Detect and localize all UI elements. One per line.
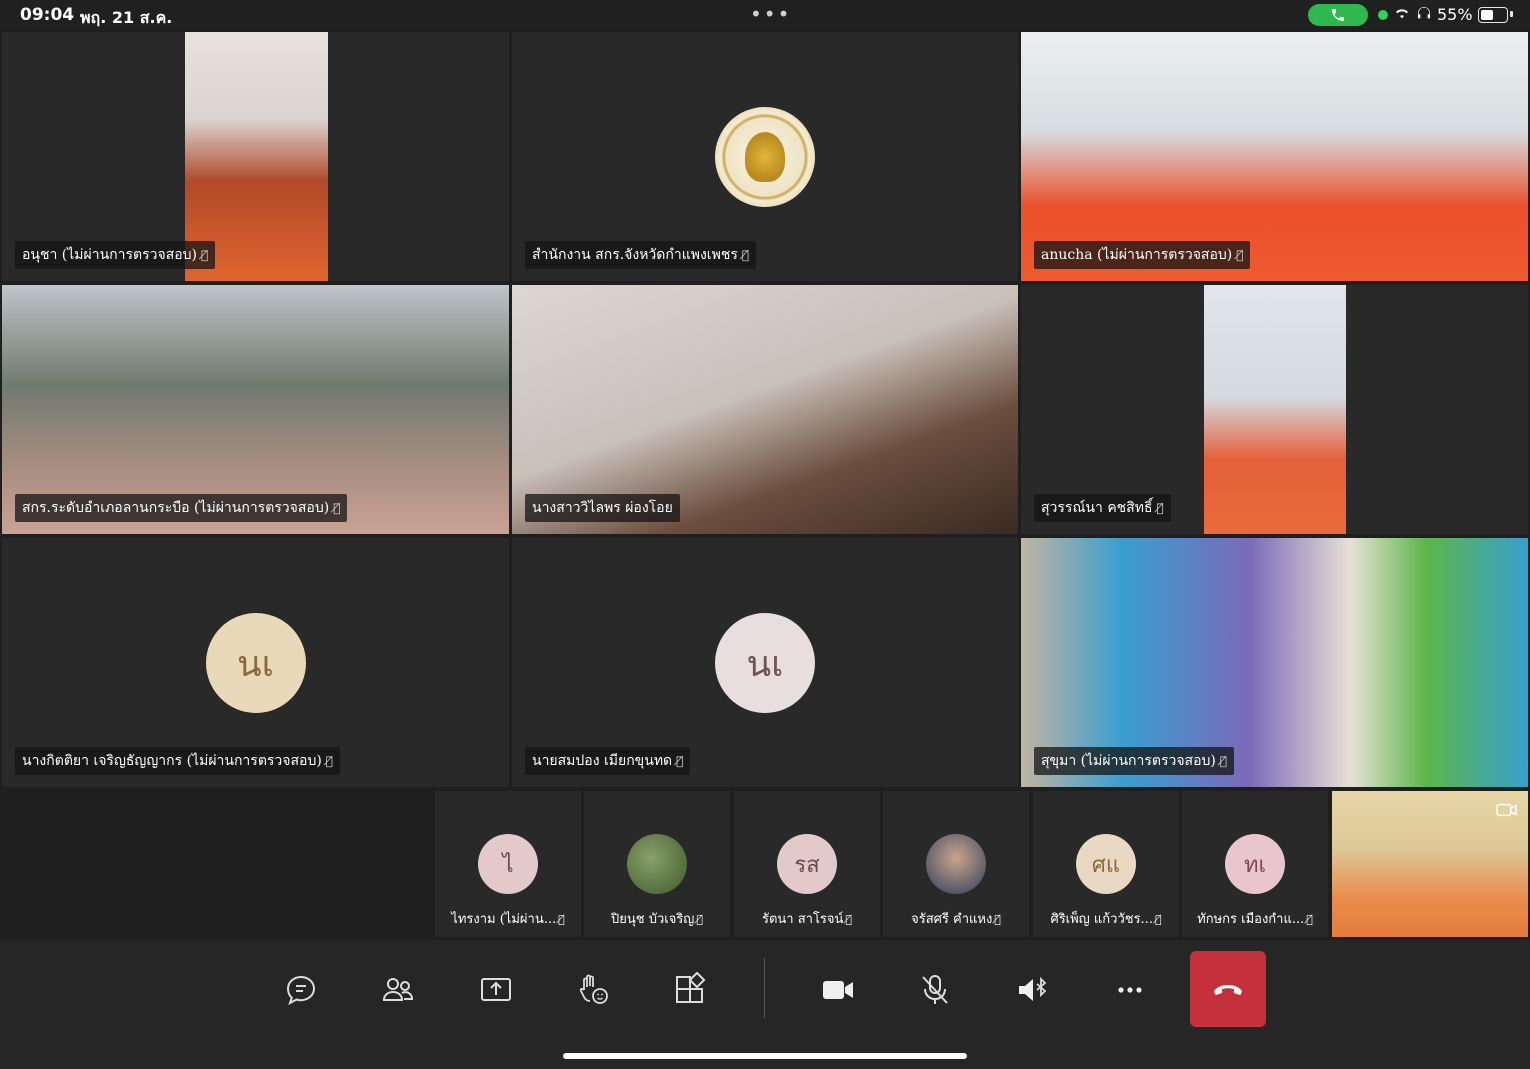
participant-thumbnail[interactable]: ทเ ทักษกร เมืองกำแ... 🎙̸ — [1182, 791, 1328, 937]
participant-avatar: นเ — [205, 613, 306, 713]
participant-name: ศิริเพ็ญ แก้ววัชร... 🎙̸ — [1050, 912, 1162, 927]
mic-muted-icon: 🎙̸ — [676, 754, 684, 768]
participant-photo-avatar — [627, 834, 687, 894]
more-options-button[interactable] — [1092, 952, 1168, 1028]
participant-avatar: ทเ — [1225, 834, 1285, 894]
participant-thumbnail[interactable]: รส รัตนา สาโรจน์ 🎙̸ — [734, 791, 880, 937]
home-indicator[interactable] — [563, 1053, 967, 1059]
wifi-icon — [1394, 6, 1410, 24]
participant-thumbnail[interactable]: จรัสศรี คำแหง 🎙̸ — [883, 791, 1029, 937]
mic-muted-icon: 🎙̸ — [1154, 913, 1162, 926]
participant-name-tag: อนุชา (ไม่ผ่านการตรวจสอบ) 🎙̸ — [15, 241, 216, 269]
hangup-icon — [1214, 985, 1242, 995]
mic-muted-icon: 🎙̸ — [1219, 754, 1228, 768]
mic-muted-icon: 🎙̸ — [1236, 248, 1244, 262]
mic-muted-icon: 🎙̸ — [845, 913, 853, 926]
mic-muted-icon: 🎙̸ — [201, 248, 209, 262]
call-controls-bar — [0, 940, 1530, 1069]
mic-muted-icon: 🎙̸ — [696, 913, 703, 926]
camera-toggle-button[interactable] — [800, 952, 876, 1028]
mic-muted-icon: 🎙̸ — [558, 913, 565, 926]
leave-call-button[interactable] — [1190, 951, 1266, 1027]
camera-icon — [823, 981, 853, 999]
participant-name-tag: สุขุมา (ไม่ผ่านการตรวจสอบ) 🎙̸ — [1034, 747, 1235, 775]
participant-name-tag: สำนักงาน สกร.จังหวัดกำแพงเพชร 🎙̸ — [525, 241, 757, 269]
participant-tile[interactable]: สำนักงาน สกร.จังหวัดกำแพงเพชร 🎙̸ — [512, 32, 1018, 281]
participant-thumbnail[interactable]: ไ ไทรงาม (ไม่ผ่าน... 🎙̸ — [435, 791, 581, 937]
apps-icon — [676, 972, 706, 1003]
audio-output-button[interactable] — [995, 952, 1071, 1028]
participant-tile[interactable]: สุขุมา (ไม่ผ่านการตรวจสอบ) 🎙̸ — [1021, 538, 1528, 787]
more-icon — [1118, 987, 1142, 993]
participant-thumbnail[interactable]: ศแ ศิริเพ็ญ แก้ววัชร... 🎙̸ — [1033, 791, 1179, 937]
participant-name-tag: นางสาววิไลพร ผ่องโอย — [525, 494, 680, 522]
mic-muted-icon: 🎙̸ — [333, 501, 341, 515]
participant-name-tag: สุวรรณ์นา คชสิทธิ์ 🎙̸ — [1034, 494, 1171, 522]
mic-muted-icon: 🎙̸ — [741, 248, 750, 262]
participant-name: รัตนา สาโรจน์ 🎙̸ — [761, 912, 853, 927]
camera-in-use-dot — [1378, 10, 1388, 20]
controls-divider — [764, 958, 765, 1018]
react-button[interactable] — [555, 952, 631, 1028]
phone-icon — [1332, 9, 1344, 21]
raise-hand-icon — [579, 974, 608, 1004]
organization-logo — [715, 107, 815, 207]
switch-camera-icon[interactable] — [1496, 801, 1518, 824]
battery-icon — [1478, 7, 1508, 23]
participant-thumbnail[interactable]: ปิยนุช บัวเจริญ 🎙̸ — [584, 791, 730, 937]
participant-name-tag: นางกิตติยา เจริญธัญญากร (ไม่ผ่านการตรวจส… — [15, 747, 340, 775]
people-icon — [382, 978, 414, 1001]
participant-name-tag: นายสมปอง เมียกขุนทด 🎙̸ — [525, 747, 691, 775]
participant-tile[interactable]: สกร.ระดับอำเภอลานกระบือ (ไม่ผ่านการตรวจส… — [2, 285, 509, 534]
share-screen-button[interactable] — [458, 952, 534, 1028]
chat-button[interactable] — [263, 952, 339, 1028]
battery-percent: 55% — [1437, 5, 1473, 24]
multitask-dots[interactable]: ••• — [750, 2, 791, 26]
participant-avatar: ไ — [478, 834, 538, 894]
participant-tile[interactable]: นเ นางกิตติยา เจริญธัญญากร (ไม่ผ่านการตร… — [2, 538, 509, 787]
participant-avatar: ศแ — [1076, 834, 1136, 894]
participant-avatar: นเ — [715, 613, 815, 713]
participant-tile[interactable]: อนุชา (ไม่ผ่านการตรวจสอบ) 🎙̸ — [2, 32, 509, 281]
participant-tile[interactable]: สุวรรณ์นา คชสิทธิ์ 🎙̸ — [1021, 285, 1528, 534]
speaker-bluetooth-icon — [1019, 976, 1047, 1001]
participant-tile[interactable]: anucha (ไม่ผ่านการตรวจสอบ) 🎙̸ — [1021, 32, 1528, 281]
participant-photo-avatar — [926, 834, 986, 894]
participant-video — [1204, 285, 1346, 534]
participants-button[interactable] — [360, 952, 436, 1028]
mic-muted-icon: 🎙̸ — [325, 754, 333, 768]
share-icon — [481, 978, 511, 1001]
mic-toggle-button[interactable] — [897, 952, 973, 1028]
participant-avatar: รส — [777, 834, 837, 894]
mic-off-icon — [922, 975, 948, 1004]
status-bar: 09:04 พฤ. 21 ส.ค. ••• 55% — [0, 0, 1530, 30]
status-date: พฤ. 21 ส.ค. — [80, 8, 173, 27]
participant-tile[interactable]: นเ นายสมปอง เมียกขุนทด 🎙̸ — [512, 538, 1018, 787]
participant-name-tag: anucha (ไม่ผ่านการตรวจสอบ) 🎙̸ — [1034, 241, 1251, 269]
chat-icon — [286, 975, 316, 1006]
participant-name-tag: สกร.ระดับอำเภอลานกระบือ (ไม่ผ่านการตรวจส… — [15, 494, 348, 522]
status-time: 09:04 — [20, 5, 75, 25]
mic-muted-icon: 🎙̸ — [994, 913, 1001, 926]
participant-tile-active-speaker[interactable]: นางสาววิไลพร ผ่องโอย — [512, 285, 1018, 534]
mic-muted-icon: 🎙̸ — [1306, 913, 1313, 926]
self-preview-video[interactable] — [1332, 791, 1528, 937]
participant-name: ทักษกร เมืองกำแ... 🎙̸ — [1197, 912, 1313, 927]
active-call-indicator[interactable] — [1308, 4, 1368, 26]
participant-name: ปิยนุช บัวเจริญ 🎙̸ — [611, 912, 703, 927]
participant-name: ไทรงาม (ไม่ผ่าน... 🎙̸ — [451, 912, 565, 927]
mic-muted-icon: 🎙̸ — [1156, 501, 1164, 515]
headphones-icon — [1416, 5, 1432, 25]
participant-name: จรัสศรี คำแหง 🎙̸ — [911, 912, 1001, 927]
apps-button[interactable] — [652, 952, 728, 1028]
